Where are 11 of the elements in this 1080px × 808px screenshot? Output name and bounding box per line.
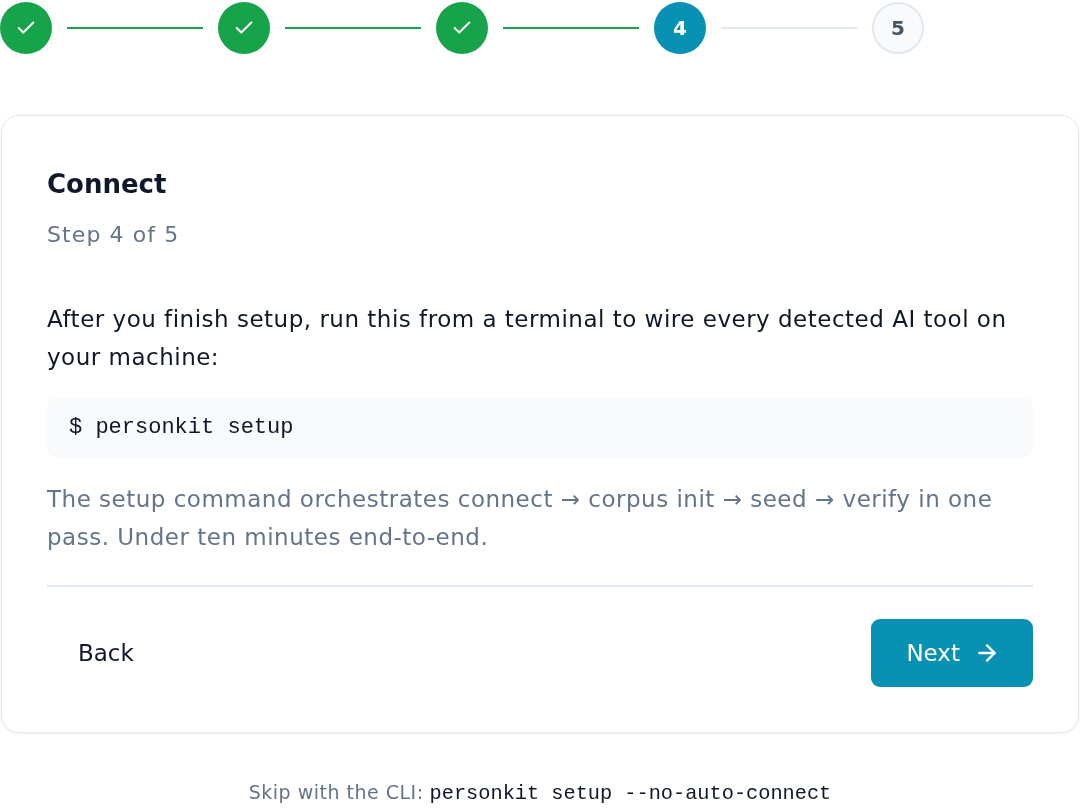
cli-command: personkit setup --no-auto-connect xyxy=(429,781,832,805)
command-block: $ personkit setup xyxy=(47,398,1033,457)
card-title: Connect xyxy=(47,168,168,201)
next-button[interactable]: Next xyxy=(871,618,1033,687)
step-number: 4 xyxy=(654,1,706,54)
footer-label: Skip with the CLI: xyxy=(248,780,424,803)
step-counter: Step 4 of 5 xyxy=(47,221,181,249)
note-text: The setup command orchestrates connect → corpus init → seed → verify in one pass. Under ten minutes end-to-end. xyxy=(47,485,994,552)
step-number: 5 xyxy=(872,1,924,54)
back-button[interactable]: Back xyxy=(47,618,165,687)
instruction-text: After you finish setup, run this from a terminal to wire every detected AI tool on your machine: xyxy=(47,305,1008,372)
